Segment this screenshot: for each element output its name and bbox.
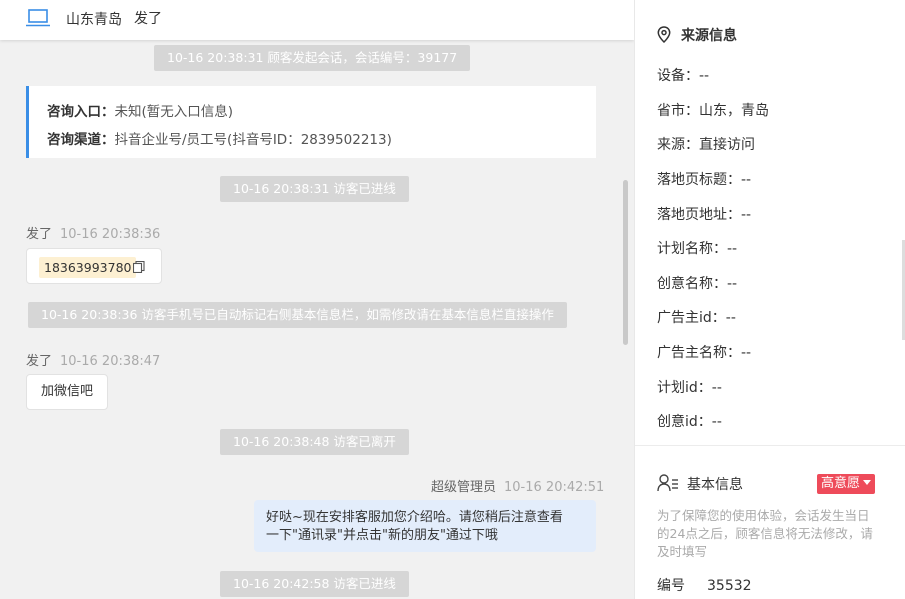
caret-down-icon — [863, 480, 872, 485]
agent-sender-row: 超级管理员 10-16 20:42:51 — [431, 476, 604, 495]
system-message-visitor-leave: 10-16 20:38:48 访客已离开 — [220, 429, 409, 455]
info-province-city: 省市：山东，青岛 — [657, 103, 769, 119]
source-info-title-text: 来源信息 — [681, 28, 737, 44]
chat-scrollbar[interactable] — [623, 180, 628, 345]
customer-code-label: 编号 — [657, 578, 685, 594]
phone-number[interactable]: 18363993780 — [39, 257, 137, 278]
consult-entry-row: 咨询入口：未知(暂无入口信息) — [47, 98, 596, 126]
message-bubble-text: 加微信吧 — [26, 374, 108, 410]
info-source: 来源：直接访问 — [657, 137, 755, 153]
info-advertiser-name: 广告主名称：-- — [657, 345, 752, 361]
system-message-visitor-enter: 10-16 20:38:31 访客已进线 — [220, 176, 409, 202]
chat-header: 山东青岛 发了 — [0, 0, 634, 40]
system-message-auto-mark: 10-16 20:38:36 访客手机号已自动标记右侧基本信息栏，如需修改请在基… — [28, 302, 567, 328]
laptop-icon — [26, 9, 50, 27]
message-time: 10-16 20:38:36 — [60, 227, 161, 242]
intent-level-label: 高意愿 — [821, 476, 861, 491]
chat-area: 山东青岛 发了 10-16 20:38:31 顾客发起会话，会话编号：39177… — [0, 0, 634, 599]
sender-name: 发了 — [26, 227, 53, 242]
person-icon — [657, 474, 678, 492]
info-creative-id: 创意id：-- — [657, 414, 722, 430]
basic-info-title-text: 基本信息 — [687, 477, 743, 493]
consult-channel-row: 咨询渠道：抖音企业号/员工号(抖音号ID：2839502213) — [47, 126, 596, 154]
consult-entry-value: 未知(暂无入口信息) — [114, 104, 234, 120]
info-plan-name: 计划名称：-- — [657, 241, 738, 257]
info-landing-title: 落地页标题：-- — [657, 172, 752, 188]
copy-icon[interactable] — [133, 261, 145, 273]
info-advertiser-id: 广告主id：-- — [657, 310, 736, 326]
customer-code-value: 35532 — [707, 578, 752, 594]
message-time: 10-16 20:42:51 — [504, 480, 605, 495]
info-device: 设备：-- — [657, 68, 710, 84]
info-creative-name: 创意名称：-- — [657, 276, 738, 292]
section-divider — [635, 445, 905, 446]
info-plan-id: 计划id：-- — [657, 380, 722, 396]
customer-code-row: 编号 35532 — [657, 575, 752, 595]
sender-name: 发了 — [26, 354, 53, 369]
location-pin-icon — [657, 26, 671, 43]
visitor-name: 发了 — [134, 11, 162, 27]
consult-channel-label: 咨询渠道： — [47, 132, 115, 148]
basic-info-title: 基本信息 — [657, 474, 743, 494]
system-message-visitor-enter: 10-16 20:42:58 访客已进线 — [220, 571, 409, 597]
agent-message-line: 好哒~现在安排客服加您介绍哈。请您稍后注意查看 — [266, 510, 563, 525]
message-bubble-phone: 18363993780 — [26, 248, 162, 284]
visitor-location: 山东青岛 — [66, 12, 122, 28]
consult-info-card: 咨询入口：未知(暂无入口信息) 咨询渠道：抖音企业号/员工号(抖音号ID：283… — [26, 86, 596, 158]
system-message-session-start: 10-16 20:38:31 顾客发起会话，会话编号：39177 — [154, 45, 471, 71]
source-info-title: 来源信息 — [657, 25, 737, 45]
agent-name: 超级管理员 — [431, 480, 497, 495]
agent-message-line: 一下"通讯录"并点击"新的朋友"通过下哦 — [266, 528, 498, 543]
message-time: 10-16 20:38:47 — [60, 354, 161, 369]
info-landing-url: 落地页地址：-- — [657, 207, 752, 223]
consult-entry-label: 咨询入口： — [47, 104, 115, 120]
message-sender-row: 发了 10-16 20:38:36 — [26, 223, 160, 242]
agent-message-bubble: 好哒~现在安排客服加您介绍哈。请您稍后注意查看 一下"通讯录"并点击"新的朋友"… — [254, 500, 596, 552]
consult-channel-value: 抖音企业号/员工号(抖音号ID：2839502213) — [114, 132, 392, 148]
intent-level-dropdown[interactable]: 高意愿 — [817, 474, 876, 494]
edit-notice: 为了保障您的使用体验，会话发生当日的24点之后，顾客信息将无法修改，请及时填写 — [657, 508, 873, 559]
message-sender-row: 发了 10-16 20:38:47 — [26, 350, 160, 369]
info-panel: 来源信息 设备：-- 省市：山东，青岛 来源：直接访问 落地页标题：-- 落地页… — [634, 0, 905, 599]
